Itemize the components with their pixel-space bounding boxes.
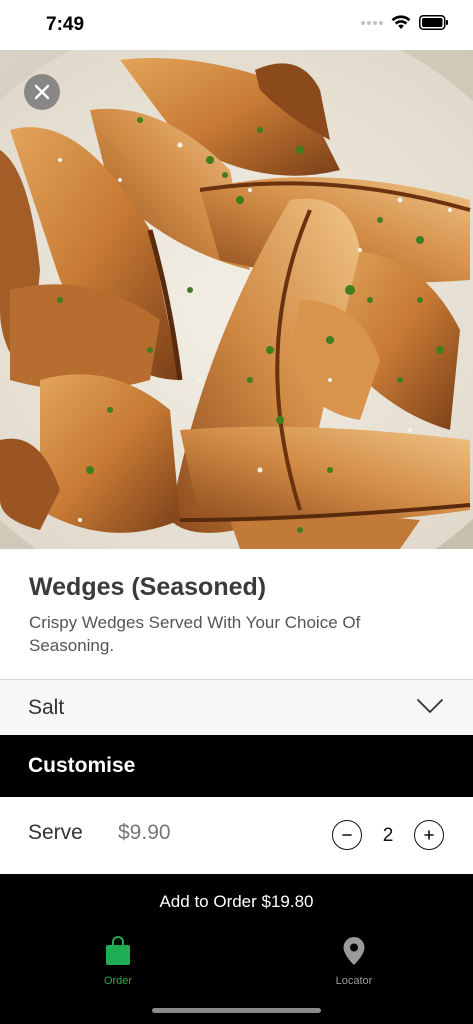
tab-order-label: Order [103, 975, 133, 987]
quantity-value: 2 [382, 825, 394, 846]
signal-icon [361, 20, 383, 25]
seasoning-selected-value: Salt [28, 696, 65, 719]
product-info: Wedges (Seasoned) Crispy Wedges Served W… [0, 549, 473, 679]
wifi-icon [391, 15, 411, 29]
close-icon [34, 84, 50, 100]
serve-label: Serve [28, 821, 83, 844]
chevron-down-icon [417, 699, 443, 713]
battery-icon [419, 15, 448, 30]
close-button[interactable] [24, 74, 60, 110]
bottom-panel: Add to Order $19.80 Order Locator [0, 874, 473, 1024]
tab-locator-label: Locator [335, 975, 373, 987]
product-title: Wedges (Seasoned) [29, 573, 267, 601]
wedges-image [0, 50, 473, 549]
serve-row: Serve $9.90 2 [0, 797, 473, 874]
tab-locator[interactable]: Locator [304, 936, 404, 987]
status-time: 7:49 [46, 14, 85, 35]
add-to-order-button[interactable]: Add to Order $19.80 [0, 874, 473, 930]
product-detail-screen: 7:49 Wedges (Seasoned) Crispy Wedges Ser… [0, 0, 473, 1024]
seasoning-dropdown[interactable]: Salt [0, 680, 473, 735]
plus-icon [424, 830, 434, 840]
map-pin-icon [343, 937, 365, 965]
minus-icon [342, 834, 352, 836]
home-indicator [152, 1008, 321, 1013]
serve-price: $9.90 [118, 821, 171, 844]
tab-order[interactable]: Order [68, 936, 168, 987]
product-image [0, 50, 473, 549]
decrease-quantity-button[interactable] [332, 820, 362, 850]
status-icons [361, 15, 449, 30]
increase-quantity-button[interactable] [414, 820, 444, 850]
customise-header: Customise [0, 735, 473, 797]
status-bar: 7:49 [0, 0, 473, 50]
customise-label: Customise [28, 754, 136, 777]
shopping-bag-icon [106, 936, 130, 965]
product-description: Crispy Wedges Served With Your Choice Of… [29, 613, 361, 655]
